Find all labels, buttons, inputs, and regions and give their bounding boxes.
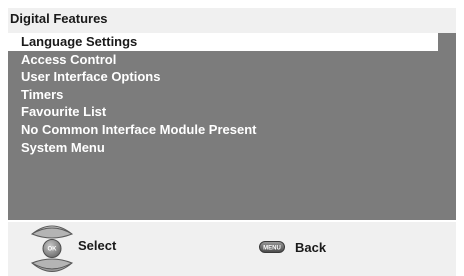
menu-item-label: User Interface Options — [21, 69, 161, 85]
menu-item-label: Language Settings — [21, 34, 138, 49]
menu-panel: Digital Features Language Settings Acces… — [8, 8, 456, 220]
menu-item-label: Timers — [21, 86, 64, 102]
menu-item-language-settings[interactable]: Language Settings — [8, 33, 438, 51]
menu-item-access-control[interactable]: Access Control — [8, 51, 456, 69]
nav-key-cluster: OK — [30, 222, 74, 276]
menu-item-system-menu[interactable]: System Menu — [8, 139, 456, 157]
down-arrow-icon[interactable] — [30, 258, 74, 272]
select-hint-label: Select — [78, 238, 117, 253]
menu-key-text: MENU — [263, 245, 281, 251]
title-bar: Digital Features — [8, 8, 456, 33]
menu-item-favourite-list[interactable]: Favourite List — [8, 103, 456, 121]
back-hint-label: Back — [295, 240, 327, 255]
page-title: Digital Features — [10, 11, 108, 26]
menu-list: Language Settings Access Control User In… — [8, 33, 456, 156]
ok-key-text: OK — [48, 247, 58, 253]
menu-item-timers[interactable]: Timers — [8, 86, 456, 104]
menu-item-common-interface[interactable]: No Common Interface Module Present — [8, 121, 456, 139]
menu-key-icon[interactable]: MENU — [259, 240, 285, 253]
menu-item-label: System Menu — [21, 139, 105, 155]
menu-item-label: No Common Interface Module Present — [21, 121, 257, 137]
menu-item-label: Favourite List — [21, 104, 107, 120]
menu-item-user-interface-options[interactable]: User Interface Options — [8, 68, 456, 86]
footer-legend: OK Select MENU Back — [8, 222, 456, 276]
ok-button-icon[interactable]: OK — [42, 239, 62, 258]
up-arrow-icon[interactable] — [30, 225, 74, 239]
menu-item-label: Access Control — [21, 51, 117, 67]
